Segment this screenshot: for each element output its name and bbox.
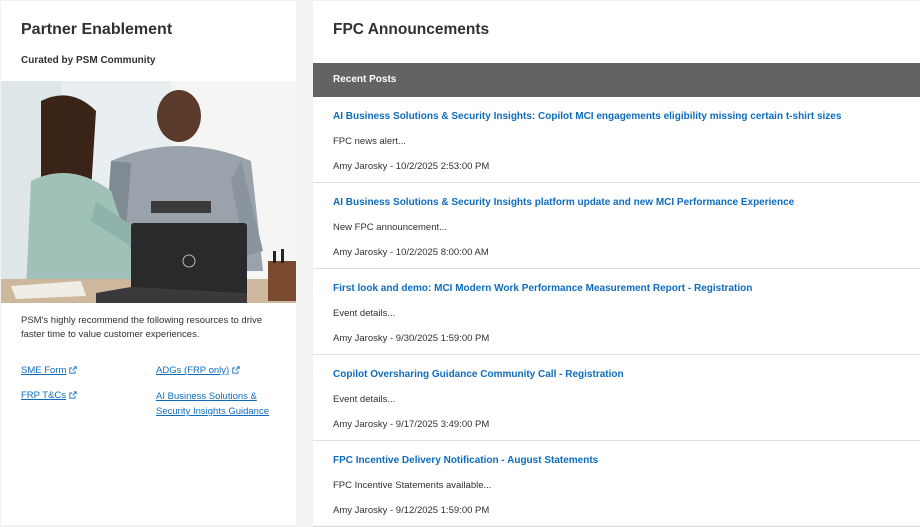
ai-guidance-label-line1: AI Business Solutions & — [156, 391, 257, 402]
post-meta: Amy Jarosky - 10/2/2025 8:00:00 AM — [333, 247, 489, 258]
posts-list: AI Business Solutions & Security Insight… — [313, 97, 920, 527]
post-item: FPC Incentive Delivery Notification - Au… — [313, 441, 920, 527]
external-link-icon — [69, 391, 77, 399]
panel-title: Partner Enablement — [21, 21, 173, 38]
hero-photo-illustration — [1, 81, 296, 303]
recent-posts-label: Recent Posts — [333, 74, 397, 85]
post-summary: FPC news alert... — [333, 136, 406, 147]
partner-enablement-panel: Partner Enablement Curated by PSM Commun… — [1, 1, 296, 525]
post-item: Copilot Oversharing Guidance Community C… — [313, 355, 920, 441]
panel-subtitle: Curated by PSM Community — [21, 55, 156, 66]
post-title-link[interactable]: Copilot Oversharing Guidance Community C… — [333, 369, 624, 380]
ai-guidance-label-line2: Security Insights Guidance — [156, 406, 270, 417]
post-meta: Amy Jarosky - 10/2/2025 2:53:00 PM — [333, 161, 490, 172]
post-summary: New FPC announcement... — [333, 222, 448, 233]
post-summary: Event details... — [333, 394, 396, 405]
recent-posts-header: Recent Posts — [313, 63, 920, 97]
hero-photo — [1, 81, 296, 303]
external-link-icon — [232, 366, 240, 374]
post-item: AI Business Solutions & Security Insight… — [313, 183, 920, 269]
frp-tcs-label: FRP T&Cs — [21, 390, 67, 401]
post-summary: FPC Incentive Statements available... — [333, 480, 492, 491]
sme-form-link[interactable]: SME Form — [21, 364, 78, 378]
adgs-link[interactable]: ADGs (FRP only) — [156, 364, 240, 378]
external-link-icon — [69, 366, 78, 374]
post-meta: Amy Jarosky - 9/30/2025 1:59:00 PM — [333, 333, 490, 344]
post-summary: Event details... — [333, 308, 396, 319]
adgs-label: ADGs (FRP only) — [156, 365, 230, 376]
post-title-link[interactable]: AI Business Solutions & Security Insight… — [333, 111, 841, 122]
post-title-link[interactable]: First look and demo: MCI Modern Work Per… — [333, 283, 752, 294]
frp-tcs-link[interactable]: FRP T&Cs — [21, 389, 77, 403]
sme-form-label: SME Form — [21, 365, 67, 376]
post-item: First look and demo: MCI Modern Work Per… — [313, 269, 920, 355]
panel-title: FPC Announcements — [333, 21, 490, 38]
post-title-link[interactable]: AI Business Solutions & Security Insight… — [333, 197, 794, 208]
post-meta: Amy Jarosky - 9/12/2025 1:59:00 PM — [333, 505, 490, 516]
ai-guidance-link[interactable]: AI Business Solutions & Security Insight… — [156, 389, 286, 419]
post-item: AI Business Solutions & Security Insight… — [313, 97, 920, 183]
post-meta: Amy Jarosky - 9/17/2025 3:49:00 PM — [333, 419, 490, 430]
post-title-link[interactable]: FPC Incentive Delivery Notification - Au… — [333, 455, 598, 466]
resources-description: PSM's highly recommend the following res… — [21, 315, 263, 340]
fpc-announcements-panel: FPC Announcements Recent Posts AI Busine… — [313, 1, 920, 527]
